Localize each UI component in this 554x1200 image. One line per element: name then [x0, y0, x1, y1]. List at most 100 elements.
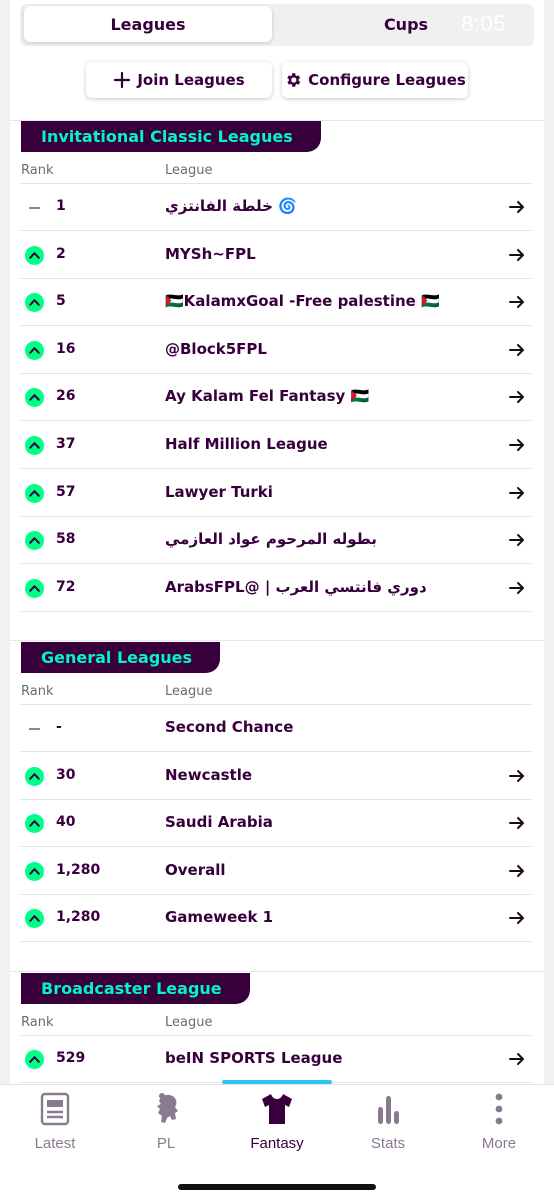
- nav-stats[interactable]: Stats: [333, 1091, 443, 1155]
- arrow-right-icon: [509, 439, 524, 451]
- league-row[interactable]: 30 Newcastle: [21, 753, 531, 800]
- league-row[interactable]: 1 خلطة الفانتزي 🌀: [21, 184, 531, 231]
- league-rank: 1,280: [56, 909, 101, 926]
- league-name: خلطة الفانتزي 🌀: [165, 197, 297, 215]
- league-row[interactable]: 37 Half Million League: [21, 422, 531, 469]
- rank-same-icon: [25, 719, 44, 738]
- configure-leagues-button[interactable]: Configure Leagues: [282, 62, 468, 98]
- tab-leagues[interactable]: Leagues: [24, 6, 272, 42]
- arrow-right-icon: [509, 534, 524, 547]
- rank-up-icon: [25, 340, 44, 360]
- league-name: بطوله المرحوم عواد العازمي: [165, 530, 377, 549]
- league-rank: 58: [56, 531, 76, 548]
- gear-icon: [287, 73, 301, 87]
- arrow-right-icon: [509, 817, 524, 830]
- join-leagues-label: Join Leagues: [137, 71, 245, 89]
- league-column-header: League: [165, 684, 213, 699]
- nav-label: PL: [156, 1135, 176, 1152]
- league-name: MYSh~FPL: [165, 244, 256, 263]
- league-rank: 40: [56, 814, 76, 831]
- divider: [10, 640, 544, 641]
- rank-up-icon: [25, 293, 44, 313]
- league-rank: 5: [56, 293, 66, 310]
- league-rank: 26: [56, 388, 76, 405]
- section-title: Broadcaster League: [21, 973, 250, 1004]
- league-rank: 2: [56, 245, 66, 262]
- rank-column-header: Rank: [21, 163, 54, 178]
- league-row[interactable]: 72 ArabsFPL@ | دوري فانتسي العرب: [21, 565, 531, 612]
- arrow-right-icon: [509, 1053, 524, 1065]
- league-row[interactable]: 2 MYSh~FPL: [21, 232, 531, 279]
- bar-chart-icon: [378, 1096, 399, 1124]
- arrow-right-icon: [509, 769, 524, 782]
- league-name: Overall: [165, 860, 226, 879]
- status-time: 8:05: [461, 11, 506, 36]
- league-name: Newcastle: [165, 765, 253, 784]
- nav-label: Fantasy: [250, 1135, 304, 1152]
- league-row[interactable]: - Second Chance: [21, 705, 531, 752]
- league-row[interactable]: 5 🇵🇸KalamxGoal -Free palestine 🇵🇸: [21, 279, 531, 327]
- nav-label: Latest: [34, 1135, 76, 1152]
- newspaper-icon: [40, 1092, 70, 1126]
- rank-up-icon: [25, 483, 44, 503]
- league-name: Second Chance: [165, 718, 294, 736]
- league-rank: 1: [56, 198, 66, 214]
- league-name: Half Million League: [165, 435, 328, 453]
- league-name: Lawyer Turki: [165, 482, 273, 501]
- leagues-screen: Leagues Cups Join Leagues Configure Leag…: [10, 0, 544, 1084]
- arrow-right-icon: [509, 201, 524, 213]
- league-row[interactable]: 26 Ay Kalam Fel Fantasy 🇵🇸: [21, 374, 531, 422]
- rank-same-icon: [25, 198, 44, 217]
- section-title: Invitational Classic Leagues: [21, 121, 321, 152]
- rank-up-icon: [25, 861, 44, 881]
- rank-up-icon: [25, 1050, 44, 1069]
- league-rank: 72: [56, 578, 76, 595]
- nav-pl[interactable]: PL: [111, 1091, 221, 1155]
- league-name: 🇵🇸KalamxGoal -Free palestine 🇵🇸: [165, 292, 440, 311]
- section-title: General Leagues: [21, 642, 221, 673]
- league-rank: 57: [56, 483, 76, 500]
- league-name: Ay Kalam Fel Fantasy 🇵🇸: [165, 387, 370, 406]
- rank-column-header: Rank: [21, 1015, 54, 1030]
- league-row[interactable]: 1,280 Gameweek 1: [21, 895, 531, 943]
- leagues-cups-toggle: Leagues Cups: [20, 4, 534, 46]
- league-row[interactable]: 40 Saudi Arabia: [21, 800, 531, 848]
- rank-up-icon: [25, 245, 44, 265]
- configure-leagues-label: Configure Leagues: [308, 71, 466, 89]
- league-name: @Block5FPL: [165, 339, 267, 358]
- league-row[interactable]: 16 @Block5FPL: [21, 327, 531, 374]
- league-name: Saudi Arabia: [165, 813, 273, 832]
- league-rank: 1,280: [56, 861, 101, 878]
- league-name: Gameweek 1: [165, 908, 274, 927]
- home-indicator[interactable]: [178, 1184, 376, 1190]
- rank-column-header: Rank: [21, 684, 54, 699]
- arrow-right-icon: [509, 486, 524, 499]
- league-row[interactable]: 1,280 Overall: [21, 848, 531, 895]
- plus-icon: [114, 71, 131, 89]
- rank-up-icon: [25, 388, 44, 408]
- arrow-right-icon: [509, 912, 524, 925]
- league-rank: 529: [56, 1050, 86, 1066]
- league-row[interactable]: 57 Lawyer Turki: [21, 470, 531, 517]
- join-leagues-button[interactable]: Join Leagues: [86, 62, 272, 98]
- league-name: ArabsFPL@ | دوري فانتسي العرب: [165, 577, 427, 596]
- nav-more[interactable]: More: [444, 1091, 554, 1155]
- rank-up-icon: [25, 531, 44, 551]
- arrow-right-icon: [509, 864, 524, 877]
- nav-latest[interactable]: Latest: [0, 1091, 110, 1155]
- nav-label: Stats: [370, 1135, 406, 1152]
- nav-fantasy[interactable]: Fantasy: [222, 1091, 332, 1155]
- rank-up-icon: [25, 814, 44, 834]
- arrow-right-icon: [509, 248, 524, 261]
- league-row[interactable]: 529 beIN SPORTS League: [21, 1036, 531, 1083]
- bottom-nav: Latest PL Fantasy Stats More: [0, 1084, 554, 1200]
- arrow-right-icon: [509, 581, 524, 594]
- rank-up-icon: [25, 436, 44, 455]
- arrow-right-icon: [509, 391, 524, 404]
- rank-up-icon: [25, 578, 44, 598]
- arrow-right-icon: [509, 343, 524, 356]
- lion-crest-icon: [157, 1093, 178, 1123]
- league-row[interactable]: 58 بطوله المرحوم عواد العازمي: [21, 517, 531, 565]
- league-rank: 30: [56, 766, 76, 783]
- rank-up-icon: [25, 766, 44, 786]
